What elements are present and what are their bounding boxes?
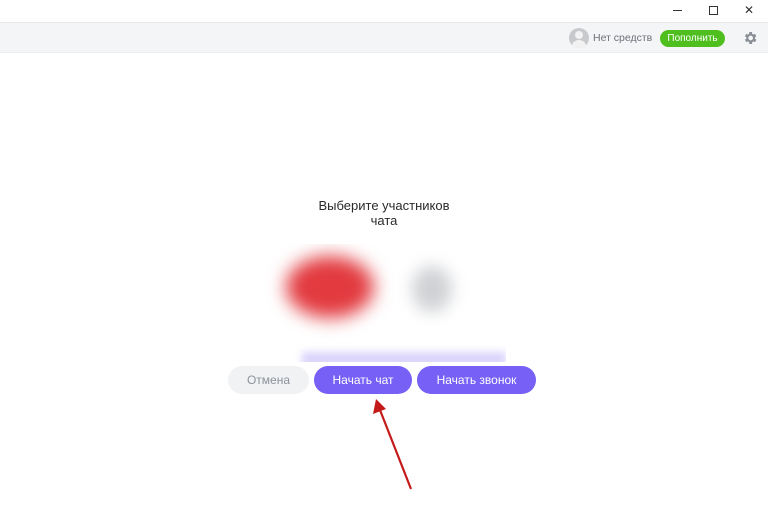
minimize-button[interactable] [658,0,696,20]
avatar [569,28,589,48]
start-chat-button[interactable]: Начать чат [314,366,412,394]
participant-avatar-blurred[interactable] [286,256,374,318]
dialog-title: Выберите участников чата [284,198,484,228]
close-button[interactable]: ✕ [730,0,768,20]
dialog-title-line1: Выберите участников [318,198,450,213]
participants-list[interactable] [262,244,506,362]
dialog-title-line2: чата [370,213,398,228]
account-balance[interactable]: Нет средств [569,27,652,49]
settings-button[interactable] [740,28,760,48]
close-icon: ✕ [743,3,755,17]
topup-button[interactable]: Пополнить [660,30,725,47]
app-toolbar: Нет средств Пополнить [0,22,768,53]
minimize-icon [672,9,682,11]
participant-avatar-blurred[interactable] [412,266,452,312]
window-title-bar: ✕ [0,0,768,22]
start-call-button[interactable]: Начать звонок [417,366,536,394]
maximize-icon [708,5,718,15]
balance-text: Нет средств [593,32,653,44]
gear-icon [744,32,757,44]
cancel-button[interactable]: Отмена [228,366,309,394]
maximize-button[interactable] [694,0,732,20]
selection-highlight [302,352,506,362]
